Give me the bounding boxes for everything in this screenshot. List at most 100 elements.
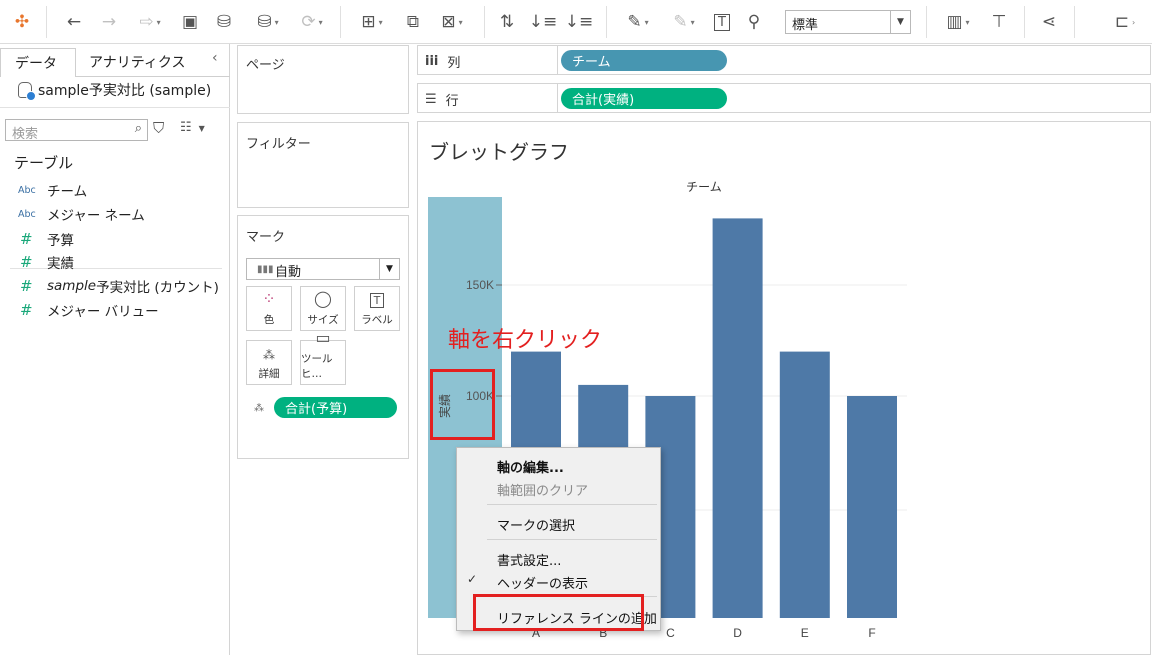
- color-button[interactable]: ⁘ 色: [246, 286, 292, 331]
- rows-shelf-label: ☰ 行: [425, 90, 459, 109]
- detail-icon: ⁂: [254, 403, 264, 414]
- pages-card[interactable]: ページ: [237, 45, 409, 114]
- divider: [557, 46, 558, 74]
- menu-separator: [487, 504, 657, 505]
- tooltip-button-label: ツールヒ…: [301, 353, 333, 380]
- filters-card[interactable]: フィルター: [237, 122, 409, 208]
- filter-icon[interactable]: ⛉: [153, 119, 164, 137]
- menu-item-select-marks[interactable]: マークの選択: [497, 515, 575, 534]
- field-actual[interactable]: # 実績: [18, 252, 74, 272]
- field-label: 予算: [47, 233, 74, 249]
- collapse-pane-icon[interactable]: ‹: [212, 50, 218, 66]
- size-button-label: サイズ: [307, 314, 339, 326]
- field-measure-names[interactable]: Abc メジャー ネーム: [18, 204, 145, 224]
- rows-shelf[interactable]: ☰ 行 合計(実績): [417, 83, 1151, 113]
- text-icon: T: [369, 293, 385, 308]
- toolbar-divider: [1024, 6, 1025, 38]
- fit-select[interactable]: 標準 ▼: [785, 10, 911, 34]
- presentation-mode-icon[interactable]: ⊤: [986, 8, 1012, 36]
- check-icon: ✓: [467, 572, 478, 586]
- undo-icon[interactable]: ←: [60, 8, 88, 36]
- columns-shelf-label: iii 列: [425, 52, 460, 71]
- field-measure-values[interactable]: # メジャー バリュー: [18, 300, 159, 320]
- pages-heading: ページ: [246, 58, 285, 73]
- annotation-text: 軸を右クリック: [448, 328, 603, 353]
- datasource-icon: [18, 82, 36, 101]
- save-icon[interactable]: ▣: [178, 8, 202, 36]
- number-type-icon: #: [20, 277, 33, 295]
- refresh-icon[interactable]: ⟳ ▾: [292, 8, 332, 36]
- columns-label-text: 列: [447, 56, 461, 71]
- sort-ascending-icon[interactable]: ↓≡: [529, 8, 558, 36]
- axis-highlight-box: [430, 369, 495, 440]
- tab-analytics[interactable]: アナリティクス: [89, 48, 185, 76]
- menu-item-clear-axis-range[interactable]: 軸範囲のクリア: [497, 480, 588, 499]
- view-options-icon[interactable]: ☷ ▼: [180, 120, 205, 135]
- new-worksheet-icon[interactable]: ⊞ ▾: [352, 8, 392, 36]
- string-type-icon: Abc: [18, 184, 36, 196]
- fix-axes-icon[interactable]: ⚲: [742, 8, 766, 36]
- detail-button[interactable]: ⁂ 詳細: [246, 340, 292, 385]
- size-button[interactable]: ◯ サイズ: [300, 286, 346, 331]
- tab-data[interactable]: データ: [0, 48, 76, 77]
- field-team[interactable]: Abc チーム: [18, 180, 87, 200]
- size-icon: ◯: [314, 289, 332, 308]
- field-budget[interactable]: # 予算: [18, 229, 74, 249]
- field-label-italic: sample: [47, 278, 97, 294]
- share-icon[interactable]: ⋖: [1036, 8, 1062, 36]
- field-record-count[interactable]: # sample 予実対比 (カウント): [18, 276, 219, 296]
- color-button-label: 色: [263, 314, 275, 326]
- mark-type-value: 自動: [275, 265, 302, 280]
- search-placeholder: 検索: [12, 127, 39, 142]
- field-label: 予実対比 (カウント): [96, 280, 219, 296]
- datasource-item[interactable]: sample予実対比 (sample): [18, 80, 212, 101]
- toolbar-divider: [340, 6, 341, 38]
- menu-item-show-header[interactable]: ヘッダーの表示: [497, 573, 588, 592]
- marks-card: マーク ▮▮▮ 自動 ▼ ⁘ 色 ◯ サイズ T ラベル ⁂ 詳細 ▭ ツールヒ…: [237, 215, 409, 459]
- new-datasource-icon[interactable]: ⛁: [212, 8, 236, 36]
- search-icon: ⌕: [134, 121, 142, 136]
- menu-item-edit-axis[interactable]: 軸の編集...: [497, 457, 564, 476]
- show-me-icon[interactable]: ⊏ ›: [1110, 8, 1140, 36]
- divider: [0, 107, 230, 108]
- sort-descending-icon[interactable]: ↓≡: [565, 8, 594, 36]
- columns-shelf[interactable]: iii 列 チーム: [417, 45, 1151, 75]
- toolbar-divider: [1074, 6, 1075, 38]
- highlight-icon[interactable]: ✎ ▾: [618, 8, 658, 36]
- budget-pill[interactable]: 合計(予算): [274, 397, 397, 418]
- toolbar-divider: [926, 6, 927, 38]
- bar-chart-icon: ▮▮▮: [257, 264, 274, 275]
- show-cards-icon[interactable]: ▥ ▾: [938, 8, 978, 36]
- show-mark-labels-icon[interactable]: T: [710, 8, 734, 36]
- tooltip-button[interactable]: ▭ ツールヒ…: [300, 328, 346, 385]
- detail-icon: ⁂: [263, 348, 275, 362]
- menu-item-format[interactable]: 書式設定...: [497, 550, 561, 569]
- tab-underline: [76, 76, 230, 77]
- filters-heading: フィルター: [246, 137, 311, 152]
- chevron-down-icon: ▼: [379, 259, 399, 279]
- mark-type-select[interactable]: ▮▮▮ 自動 ▼: [246, 258, 400, 280]
- search-input[interactable]: 検索 ⌕: [5, 119, 148, 142]
- chevron-down-icon: ▼: [890, 11, 910, 33]
- clear-sheet-icon[interactable]: ⊠ ▾: [432, 8, 472, 36]
- tableau-logo-icon[interactable]: ✣: [8, 8, 36, 36]
- label-button[interactable]: T ラベル: [354, 286, 400, 331]
- group-members-icon[interactable]: ✎ ▾: [664, 8, 704, 36]
- field-label: メジャー バリュー: [47, 304, 159, 320]
- datasource-label: sample予実対比 (sample): [38, 83, 212, 99]
- redo-icon[interactable]: →: [95, 8, 123, 36]
- pause-update-icon[interactable]: ⛁ ▾: [248, 8, 288, 36]
- data-pane: データ アナリティクス ‹ sample予実対比 (sample) 検索 ⌕ ⛉…: [0, 44, 230, 655]
- rows-label-text: 行: [445, 94, 459, 109]
- swap-rows-columns-icon[interactable]: ⇅: [494, 8, 520, 36]
- actual-sum-pill[interactable]: 合計(実績): [561, 88, 727, 109]
- replay-icon[interactable]: ⇨ ▾: [130, 8, 170, 36]
- team-pill[interactable]: チーム: [561, 50, 727, 71]
- toolbar-divider: [46, 6, 47, 38]
- duplicate-sheet-icon[interactable]: ⧉: [400, 8, 426, 36]
- string-type-icon: Abc: [18, 208, 36, 220]
- divider: [557, 84, 558, 112]
- menu-separator: [487, 539, 657, 540]
- toolbar: ✣ ← → ⇨ ▾ ▣ ⛁ ⛁ ▾ ⟳ ▾ ⊞ ▾ ⧉ ⊠ ▾ ⇅ ↓≡ ↓≡ ✎ ▾ ✎ ▾…: [0, 0, 1152, 44]
- field-label: メジャー ネーム: [47, 208, 145, 224]
